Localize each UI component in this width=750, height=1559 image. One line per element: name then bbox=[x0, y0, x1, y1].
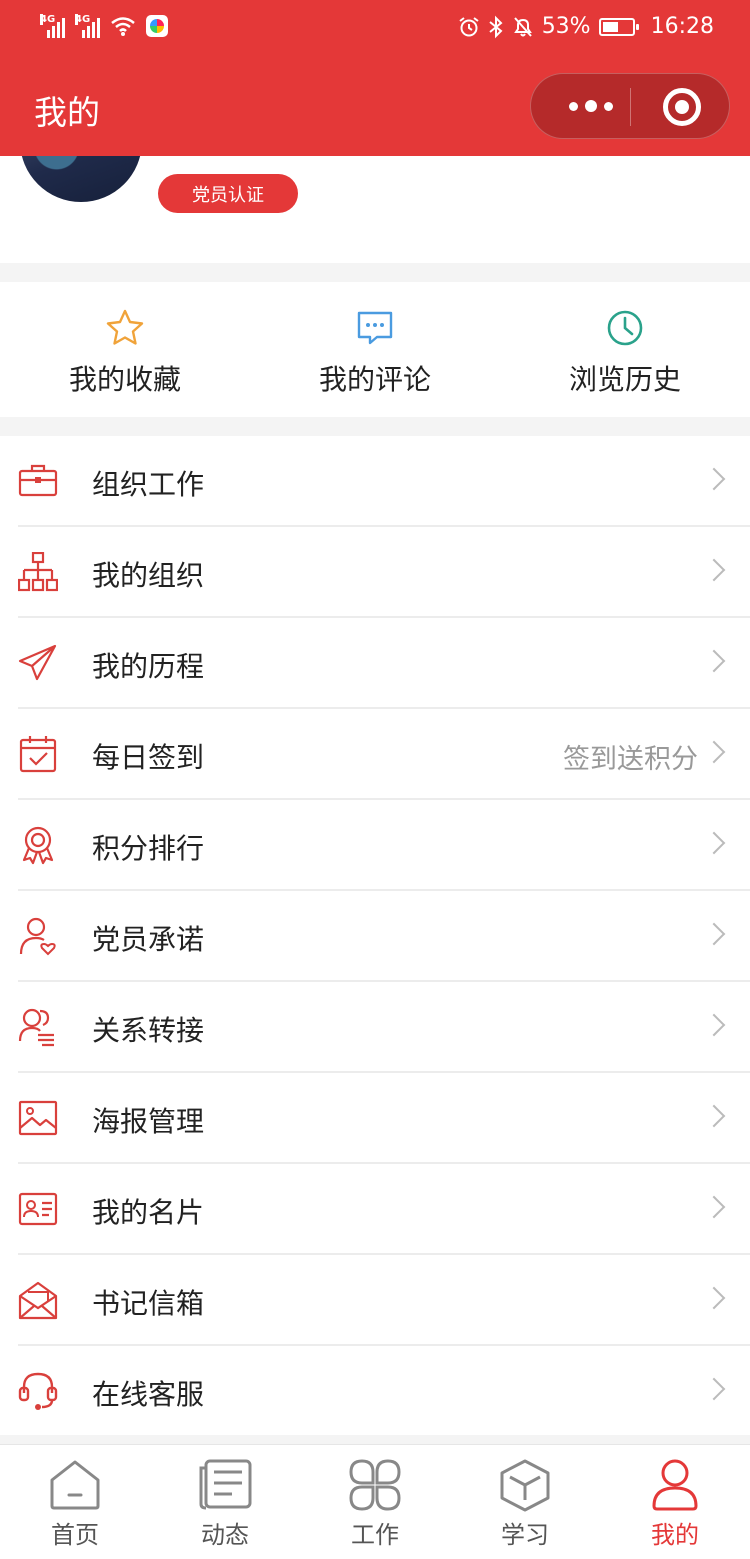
tab-work[interactable]: 工作 bbox=[300, 1445, 450, 1559]
chevron-right-icon bbox=[702, 831, 726, 855]
home-icon bbox=[47, 1457, 103, 1513]
star-icon bbox=[105, 308, 145, 348]
tab-news[interactable]: 动态 bbox=[150, 1445, 300, 1559]
comment-icon bbox=[355, 308, 395, 348]
chevron-right-icon bbox=[702, 1195, 726, 1219]
org-chart-icon bbox=[18, 552, 58, 592]
menu-item-my-history[interactable]: 我的历程 bbox=[18, 618, 750, 709]
menu-label: 海报管理 bbox=[92, 1105, 205, 1138]
quick-action-history[interactable]: 浏览历史 bbox=[500, 282, 750, 417]
top-bar: 4G 4G 53% 16:28 我的 bbox=[0, 0, 750, 156]
quick-actions: 我的收藏 我的评论 浏览历史 bbox=[0, 282, 750, 417]
menu-item-poster-management[interactable]: 海报管理 bbox=[18, 1073, 750, 1164]
bluetooth-icon bbox=[489, 15, 503, 38]
tab-mine[interactable]: 我的 bbox=[600, 1445, 750, 1559]
menu-label: 组织工作 bbox=[92, 468, 205, 501]
mail-open-icon bbox=[18, 1281, 58, 1320]
tab-home[interactable]: 首页 bbox=[0, 1445, 150, 1559]
alarm-icon bbox=[459, 16, 479, 36]
cube-icon bbox=[497, 1457, 553, 1513]
id-card-icon bbox=[18, 1192, 58, 1226]
menu-item-secretary-mailbox[interactable]: 书记信箱 bbox=[18, 1255, 750, 1346]
grid-icon bbox=[347, 1457, 403, 1513]
quick-action-label: 浏览历史 bbox=[568, 363, 681, 396]
chevron-right-icon bbox=[702, 922, 726, 946]
menu-label: 我的组织 bbox=[92, 559, 205, 592]
battery-icon bbox=[598, 17, 639, 36]
battery-percent: 53% bbox=[541, 14, 591, 39]
menu-list: 组织工作 我的组织 我的历程 每日签到 签到送积分 积分排行 党员承诺 关系转接… bbox=[0, 436, 750, 1435]
sim2-label: 4G bbox=[75, 14, 91, 25]
mute-icon bbox=[513, 16, 532, 37]
menu-label: 积分排行 bbox=[92, 832, 205, 865]
chevron-right-icon bbox=[702, 1286, 726, 1310]
image-icon bbox=[18, 1100, 58, 1136]
miniprogram-capsule bbox=[530, 73, 730, 139]
app-icon bbox=[146, 15, 168, 37]
avatar[interactable] bbox=[20, 156, 142, 202]
capsule-divider bbox=[630, 88, 631, 126]
tab-study[interactable]: 学习 bbox=[450, 1445, 600, 1559]
menu-item-online-service[interactable]: 在线客服 bbox=[18, 1346, 750, 1435]
award-icon bbox=[22, 826, 54, 865]
status-time: 16:28 bbox=[650, 14, 714, 39]
chevron-right-icon bbox=[702, 649, 726, 673]
briefcase-icon bbox=[18, 464, 58, 497]
calendar-check-icon bbox=[19, 736, 57, 773]
status-bar: 4G 4G 53% 16:28 bbox=[0, 0, 750, 56]
menu-label: 每日签到 bbox=[92, 741, 205, 774]
more-dot-icon bbox=[569, 101, 578, 111]
checkin-hint: 签到送积分 bbox=[563, 744, 698, 775]
tab-bar: 首页 动态 工作 学习 我的 bbox=[0, 1444, 750, 1559]
page-title: 我的 bbox=[34, 93, 100, 132]
wifi-icon bbox=[111, 17, 135, 36]
user-heart-icon bbox=[19, 917, 56, 956]
quick-action-label: 我的评论 bbox=[318, 363, 431, 396]
menu-item-relationship-transfer[interactable]: 关系转接 bbox=[18, 982, 750, 1073]
signal-icon: 4G bbox=[75, 14, 100, 38]
chevron-right-icon bbox=[702, 558, 726, 582]
chevron-right-icon bbox=[702, 1104, 726, 1128]
more-button[interactable] bbox=[553, 74, 629, 138]
paper-plane-icon bbox=[18, 644, 57, 681]
more-dot-icon bbox=[604, 101, 613, 111]
clock-icon bbox=[605, 308, 645, 348]
menu-label: 书记信箱 bbox=[92, 1287, 205, 1320]
chevron-right-icon bbox=[702, 1377, 726, 1401]
tab-label: 我的 bbox=[651, 1521, 699, 1549]
menu-label: 党员承诺 bbox=[92, 923, 205, 956]
menu-item-business-card[interactable]: 我的名片 bbox=[18, 1164, 750, 1255]
menu-label: 我的名片 bbox=[92, 1196, 205, 1229]
menu-item-org-work[interactable]: 组织工作 bbox=[18, 436, 750, 527]
menu-item-points-ranking[interactable]: 积分排行 bbox=[18, 800, 750, 891]
quick-action-favorites[interactable]: 我的收藏 bbox=[0, 282, 250, 417]
signal-icon: 4G bbox=[40, 14, 65, 38]
chevron-right-icon bbox=[702, 740, 726, 764]
tab-label: 工作 bbox=[351, 1521, 399, 1549]
tab-label: 学习 bbox=[501, 1521, 549, 1549]
menu-item-daily-checkin[interactable]: 每日签到 签到送积分 bbox=[18, 709, 750, 800]
menu-label: 我的历程 bbox=[92, 650, 205, 683]
menu-label: 关系转接 bbox=[92, 1014, 205, 1047]
user-icon bbox=[647, 1457, 703, 1513]
close-miniprogram-button[interactable] bbox=[663, 88, 701, 126]
tab-label: 动态 bbox=[201, 1521, 249, 1549]
tab-label: 首页 bbox=[51, 1521, 99, 1549]
news-icon bbox=[197, 1457, 253, 1513]
menu-item-member-pledge[interactable]: 党员承诺 bbox=[18, 891, 750, 982]
quick-action-label: 我的收藏 bbox=[68, 363, 181, 396]
users-transfer-icon bbox=[18, 1008, 54, 1047]
more-dot-icon bbox=[585, 100, 597, 112]
profile-card: 党员认证 bbox=[0, 156, 750, 263]
sim1-label: 4G bbox=[40, 14, 56, 25]
chevron-right-icon bbox=[702, 467, 726, 491]
quick-action-comments[interactable]: 我的评论 bbox=[250, 282, 500, 417]
menu-item-my-org[interactable]: 我的组织 bbox=[18, 527, 750, 618]
menu-label: 在线客服 bbox=[92, 1378, 205, 1411]
chevron-right-icon bbox=[702, 1013, 726, 1037]
headset-icon bbox=[18, 1372, 58, 1410]
party-member-badge[interactable]: 党员认证 bbox=[158, 174, 298, 213]
